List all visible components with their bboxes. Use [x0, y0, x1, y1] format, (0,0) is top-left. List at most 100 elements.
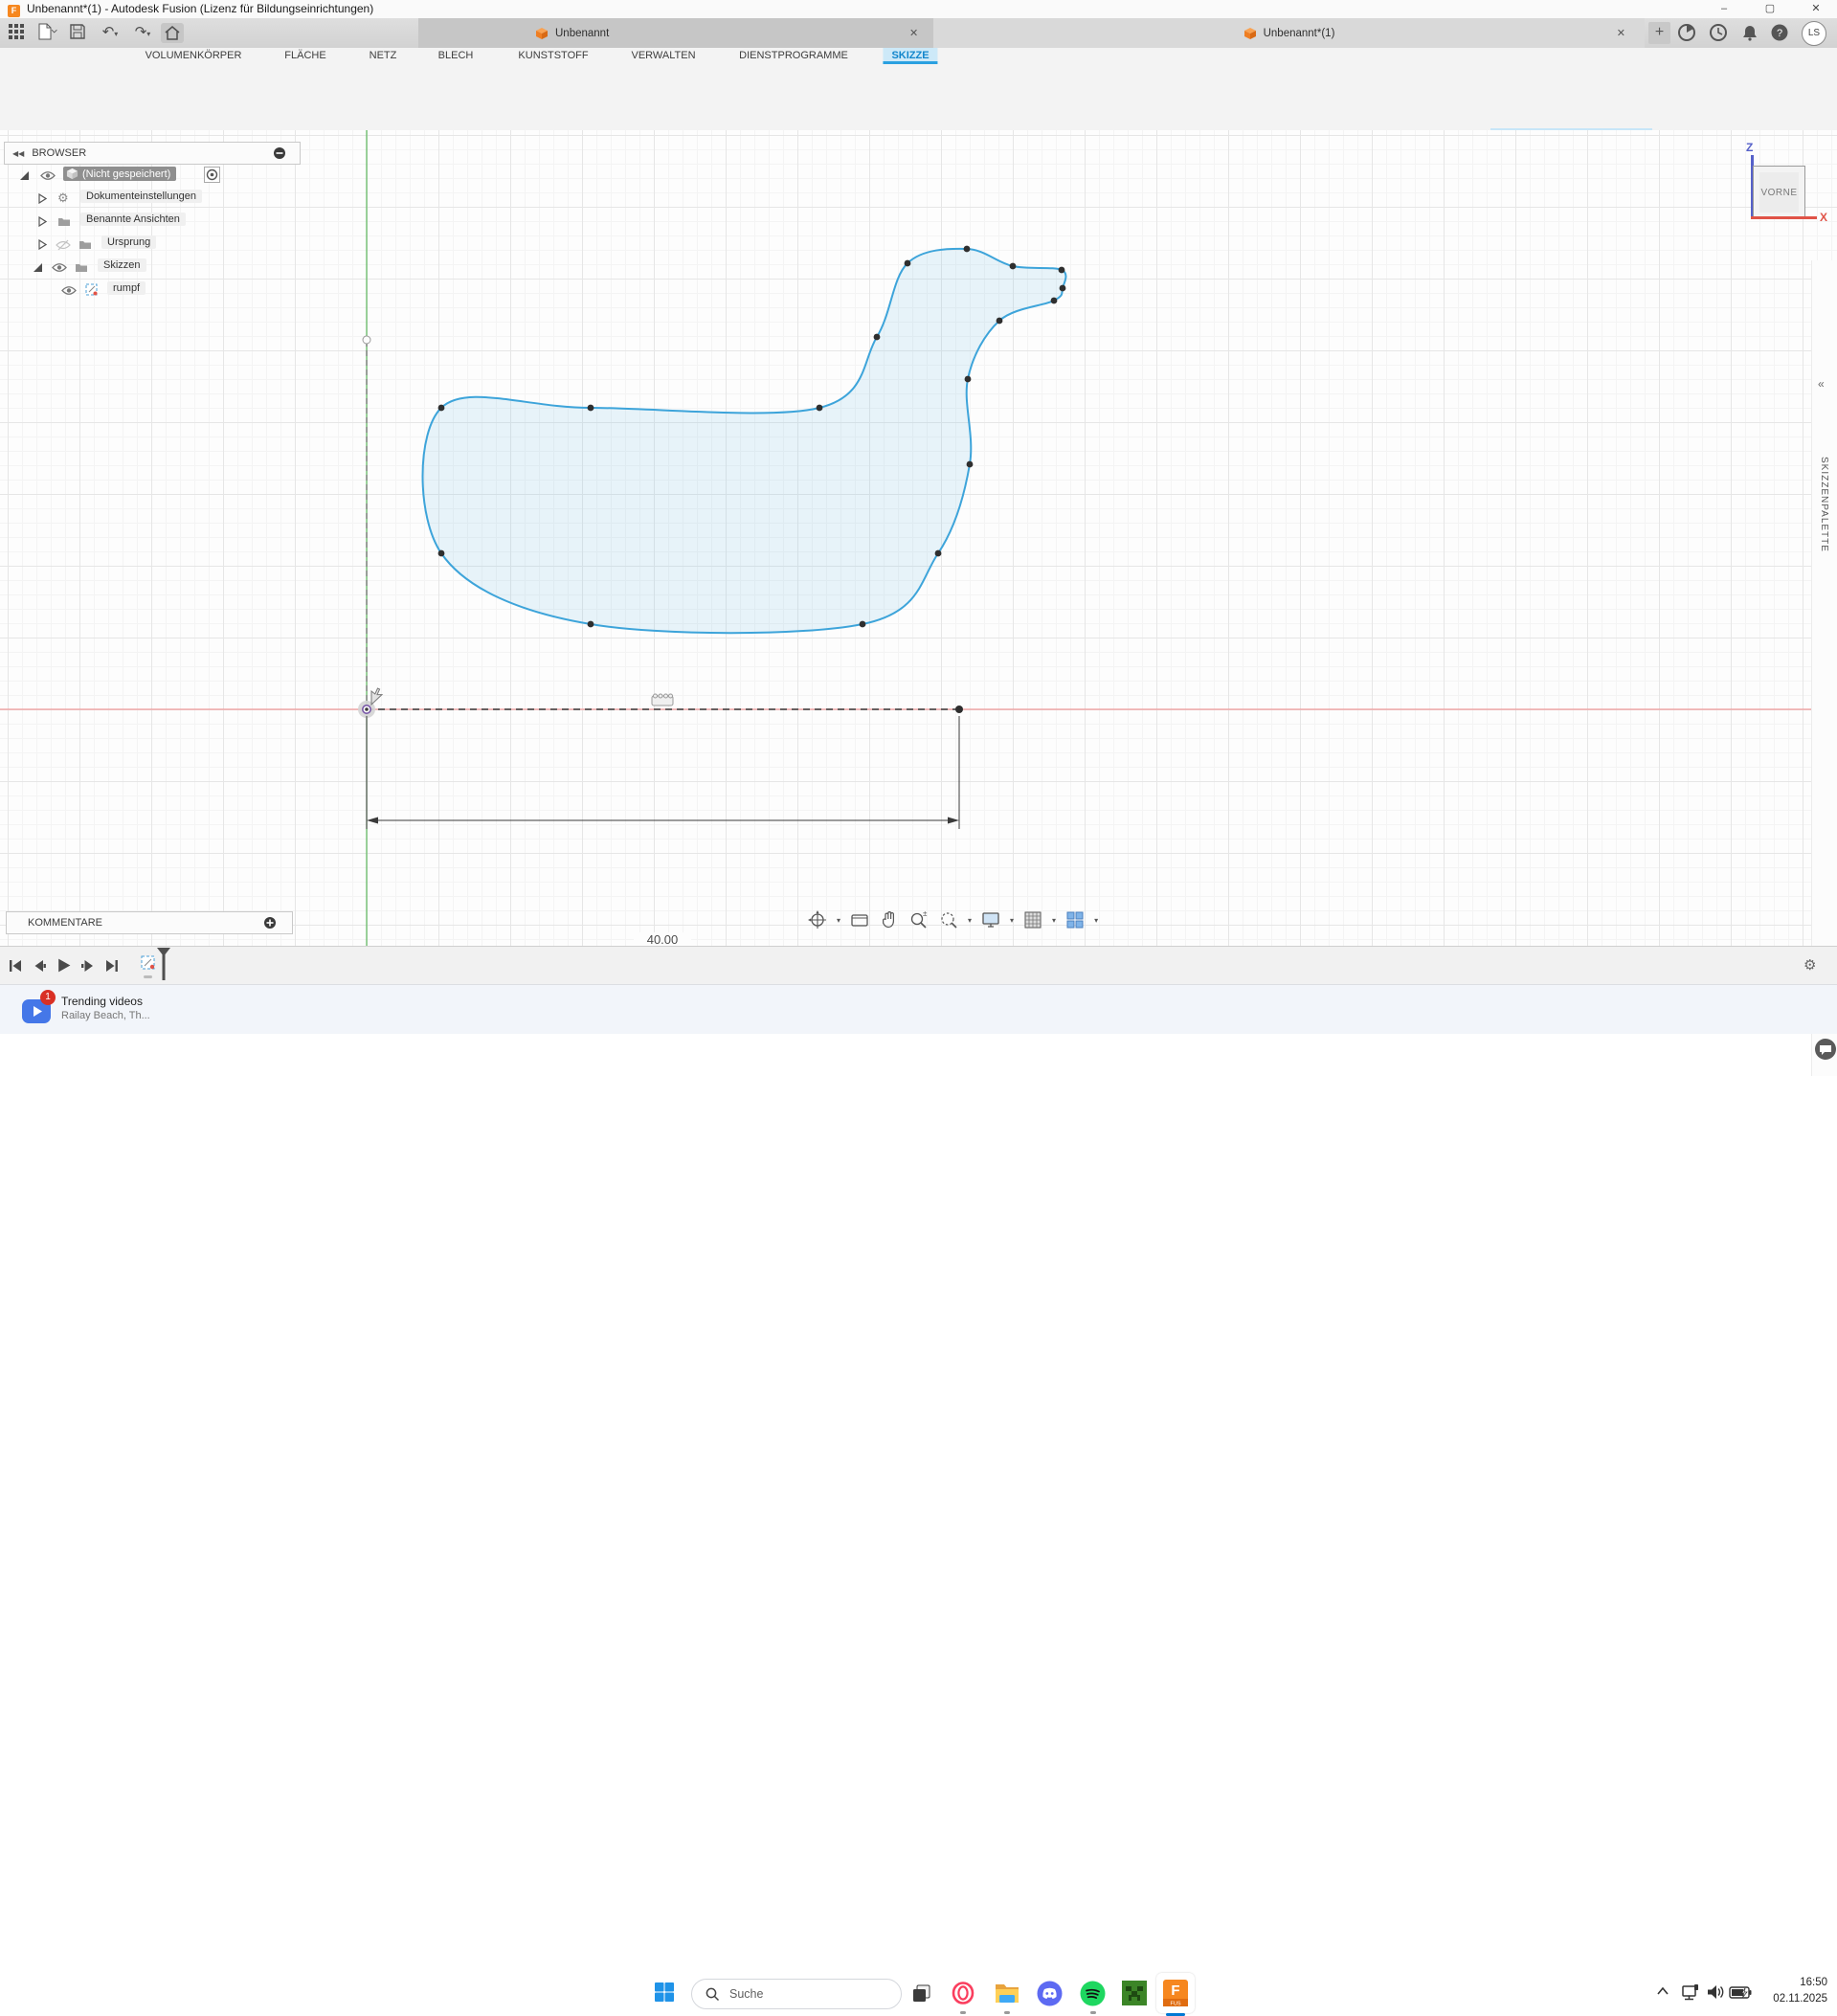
- document-node[interactable]: (Nicht gespeichert): [63, 167, 176, 181]
- avatar[interactable]: LS: [1802, 21, 1826, 46]
- file-menu-icon[interactable]: [36, 23, 65, 43]
- collapsed-icon[interactable]: [38, 193, 47, 204]
- tree-label[interactable]: Dokumenteinstellungen: [80, 190, 202, 203]
- taskbar-widget[interactable]: 1 Trending videos Railay Beach, Th...: [13, 992, 205, 1028]
- look-at-icon[interactable]: [849, 909, 870, 930]
- volume-icon[interactable]: [1706, 1983, 1725, 2001]
- chevron-down-icon[interactable]: ▾: [1094, 916, 1098, 925]
- chevron-down-icon[interactable]: ▾: [837, 916, 840, 925]
- collapsed-icon[interactable]: [38, 216, 47, 227]
- eye-icon[interactable]: [61, 285, 77, 296]
- eye-icon[interactable]: [40, 170, 56, 181]
- timeline-sketch-feature[interactable]: [140, 954, 157, 972]
- comments-header[interactable]: KOMMENTARE: [6, 911, 293, 934]
- dimension-40[interactable]: [367, 716, 959, 829]
- undo-icon[interactable]: ↶▾: [96, 23, 124, 43]
- tab-flaeche[interactable]: FLÄCHE: [276, 48, 334, 64]
- search-box[interactable]: Suche: [691, 1979, 902, 2009]
- bell-icon[interactable]: [1740, 23, 1759, 42]
- ribbon-tab-row: VOLUMENKÖRPER FLÄCHE NETZ BLECH KUNSTSTO…: [0, 48, 1837, 64]
- step-forward-icon[interactable]: [80, 958, 96, 974]
- network-icon[interactable]: [1681, 1982, 1700, 2002]
- minecraft-icon[interactable]: [1122, 1981, 1147, 2005]
- fusion-window: F Unbenannt*(1) - Autodesk Fusion (Lizen…: [0, 0, 1837, 1033]
- close-tab-icon[interactable]: ✕: [909, 27, 918, 39]
- timeline-gear-icon[interactable]: ⚙: [1803, 956, 1816, 974]
- browser-header[interactable]: ◀◀ BROWSER: [4, 142, 301, 165]
- timeline-marker[interactable]: [156, 948, 171, 980]
- redo-icon[interactable]: ↷▾: [128, 23, 157, 43]
- go-to-start-icon[interactable]: [8, 958, 23, 974]
- document-icon: [1243, 27, 1257, 40]
- collapsed-icon[interactable]: [38, 239, 47, 250]
- eye-icon[interactable]: [52, 262, 67, 273]
- tray-chevron-icon[interactable]: [1656, 1986, 1669, 1996]
- display-settings-icon[interactable]: [980, 909, 1001, 930]
- tree-label[interactable]: rumpf: [107, 281, 146, 295]
- tree-label[interactable]: Ursprung: [101, 235, 156, 249]
- start-button[interactable]: [653, 1981, 676, 2004]
- step-back-icon[interactable]: [32, 958, 47, 974]
- chevron-down-icon[interactable]: ▾: [1010, 916, 1014, 925]
- viewcube-front-face[interactable]: VORNE: [1753, 166, 1805, 219]
- data-panel-icon[interactable]: [8, 23, 29, 43]
- orbit-icon[interactable]: [807, 909, 828, 930]
- tab-volumenkoerper[interactable]: VOLUMENKÖRPER: [137, 48, 251, 64]
- new-tab-button[interactable]: +: [1648, 22, 1670, 44]
- tab-dienstprogramme[interactable]: DIENSTPROGRAMME: [730, 48, 857, 64]
- remove-icon[interactable]: [273, 146, 286, 160]
- add-comment-icon[interactable]: [263, 916, 277, 930]
- tab-blech[interactable]: BLECH: [430, 48, 482, 64]
- expanded-icon[interactable]: [19, 170, 30, 181]
- collapse-left-icon[interactable]: ◀◀: [12, 149, 24, 158]
- maximize-button[interactable]: ▢: [1749, 0, 1791, 18]
- discord-icon[interactable]: [1037, 1981, 1063, 2006]
- dimension-value[interactable]: 40.00: [634, 932, 691, 947]
- tab-netz[interactable]: NETZ: [361, 48, 406, 64]
- chevron-down-icon[interactable]: ▾: [968, 916, 972, 925]
- document-tab-unbenannt[interactable]: Unbenannt ✕: [418, 18, 933, 48]
- tree-label[interactable]: Benannte Ansichten: [80, 213, 186, 226]
- minimize-button[interactable]: –: [1703, 0, 1745, 18]
- help-icon[interactable]: ?: [1770, 23, 1789, 42]
- running-indicator: [1004, 2011, 1010, 2014]
- zoom-icon[interactable]: ±: [908, 909, 930, 930]
- expanded-icon[interactable]: [33, 262, 43, 273]
- document-node-label: (Nicht gespeichert): [82, 168, 170, 180]
- fusion-taskbar-active[interactable]: FFUS: [1156, 1973, 1195, 2013]
- eye-off-icon[interactable]: [56, 239, 71, 251]
- play-icon[interactable]: [56, 957, 72, 974]
- line-endpoint[interactable]: [955, 706, 963, 713]
- driven-dimension-icon: [652, 694, 673, 706]
- viewports-icon[interactable]: [1064, 909, 1086, 930]
- close-button[interactable]: ✕: [1795, 0, 1837, 18]
- grid-settings-icon[interactable]: [1022, 909, 1043, 930]
- activate-radio-icon[interactable]: [204, 167, 220, 183]
- tab-verwalten[interactable]: VERWALTEN: [622, 48, 704, 64]
- file-explorer-icon[interactable]: [994, 1981, 1020, 2005]
- pan-icon[interactable]: [879, 909, 900, 930]
- fit-icon[interactable]: [938, 909, 959, 930]
- tab-skizze[interactable]: SKIZZE: [883, 48, 937, 64]
- chevron-down-icon[interactable]: ▾: [1052, 916, 1056, 925]
- home-view-icon[interactable]: [161, 23, 184, 43]
- spotify-icon[interactable]: [1080, 1981, 1106, 2006]
- tree-label[interactable]: Skizzen: [98, 258, 146, 272]
- clock[interactable]: 16:50 02.11.2025: [1773, 1975, 1827, 2007]
- job-status-icon[interactable]: [1677, 23, 1696, 42]
- save-icon[interactable]: [69, 23, 90, 43]
- tab-kunststoff[interactable]: KUNSTSTOFF: [509, 48, 596, 64]
- battery-icon[interactable]: [1729, 1986, 1752, 1999]
- notification-center-icon[interactable]: [1709, 23, 1728, 42]
- sketch-canvas[interactable]: 40.00 ◀◀ BROWSER (Nicht gespeichert): [0, 130, 1837, 946]
- comment-bubble-icon[interactable]: [1814, 1038, 1837, 1061]
- task-view-icon[interactable]: [911, 1982, 932, 2004]
- go-to-end-icon[interactable]: [104, 958, 120, 974]
- construction-endpoint[interactable]: [363, 336, 370, 344]
- opera-gx-icon[interactable]: [951, 1981, 975, 2005]
- expand-palette-icon[interactable]: «: [1818, 377, 1825, 391]
- document-tab-unbenannt1-active[interactable]: Unbenannt*(1) ✕: [933, 18, 1645, 48]
- duck-spline[interactable]: [423, 249, 1066, 633]
- sketch-palette-tab[interactable]: SKIZZENPALETTE: [1819, 457, 1829, 552]
- close-tab-icon[interactable]: ✕: [1617, 27, 1625, 39]
